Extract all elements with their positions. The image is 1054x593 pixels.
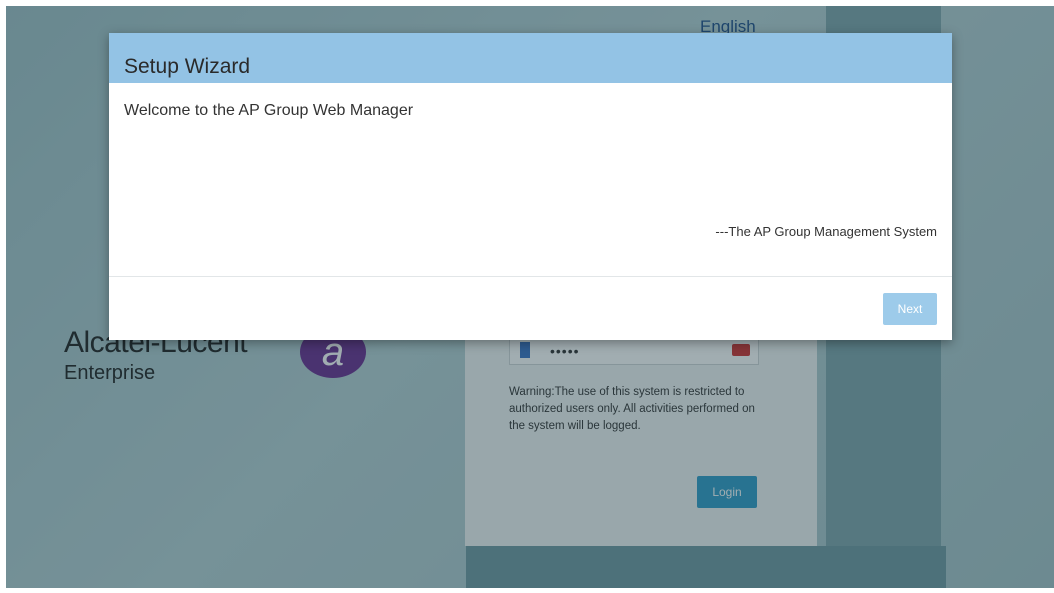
welcome-message: Welcome to the AP Group Web Manager bbox=[124, 102, 414, 119]
dialog-title: Setup Wizard bbox=[124, 55, 251, 78]
app-window: English Alcatel-Lucent Enterprise a Warn… bbox=[6, 6, 1054, 588]
next-button[interactable]: Next bbox=[883, 293, 937, 325]
dialog-signature: ---The AP Group Management System bbox=[715, 224, 937, 239]
dialog-divider bbox=[109, 276, 952, 277]
setup-wizard-dialog: Setup Wizard Welcome to the AP Group Web… bbox=[109, 33, 952, 340]
